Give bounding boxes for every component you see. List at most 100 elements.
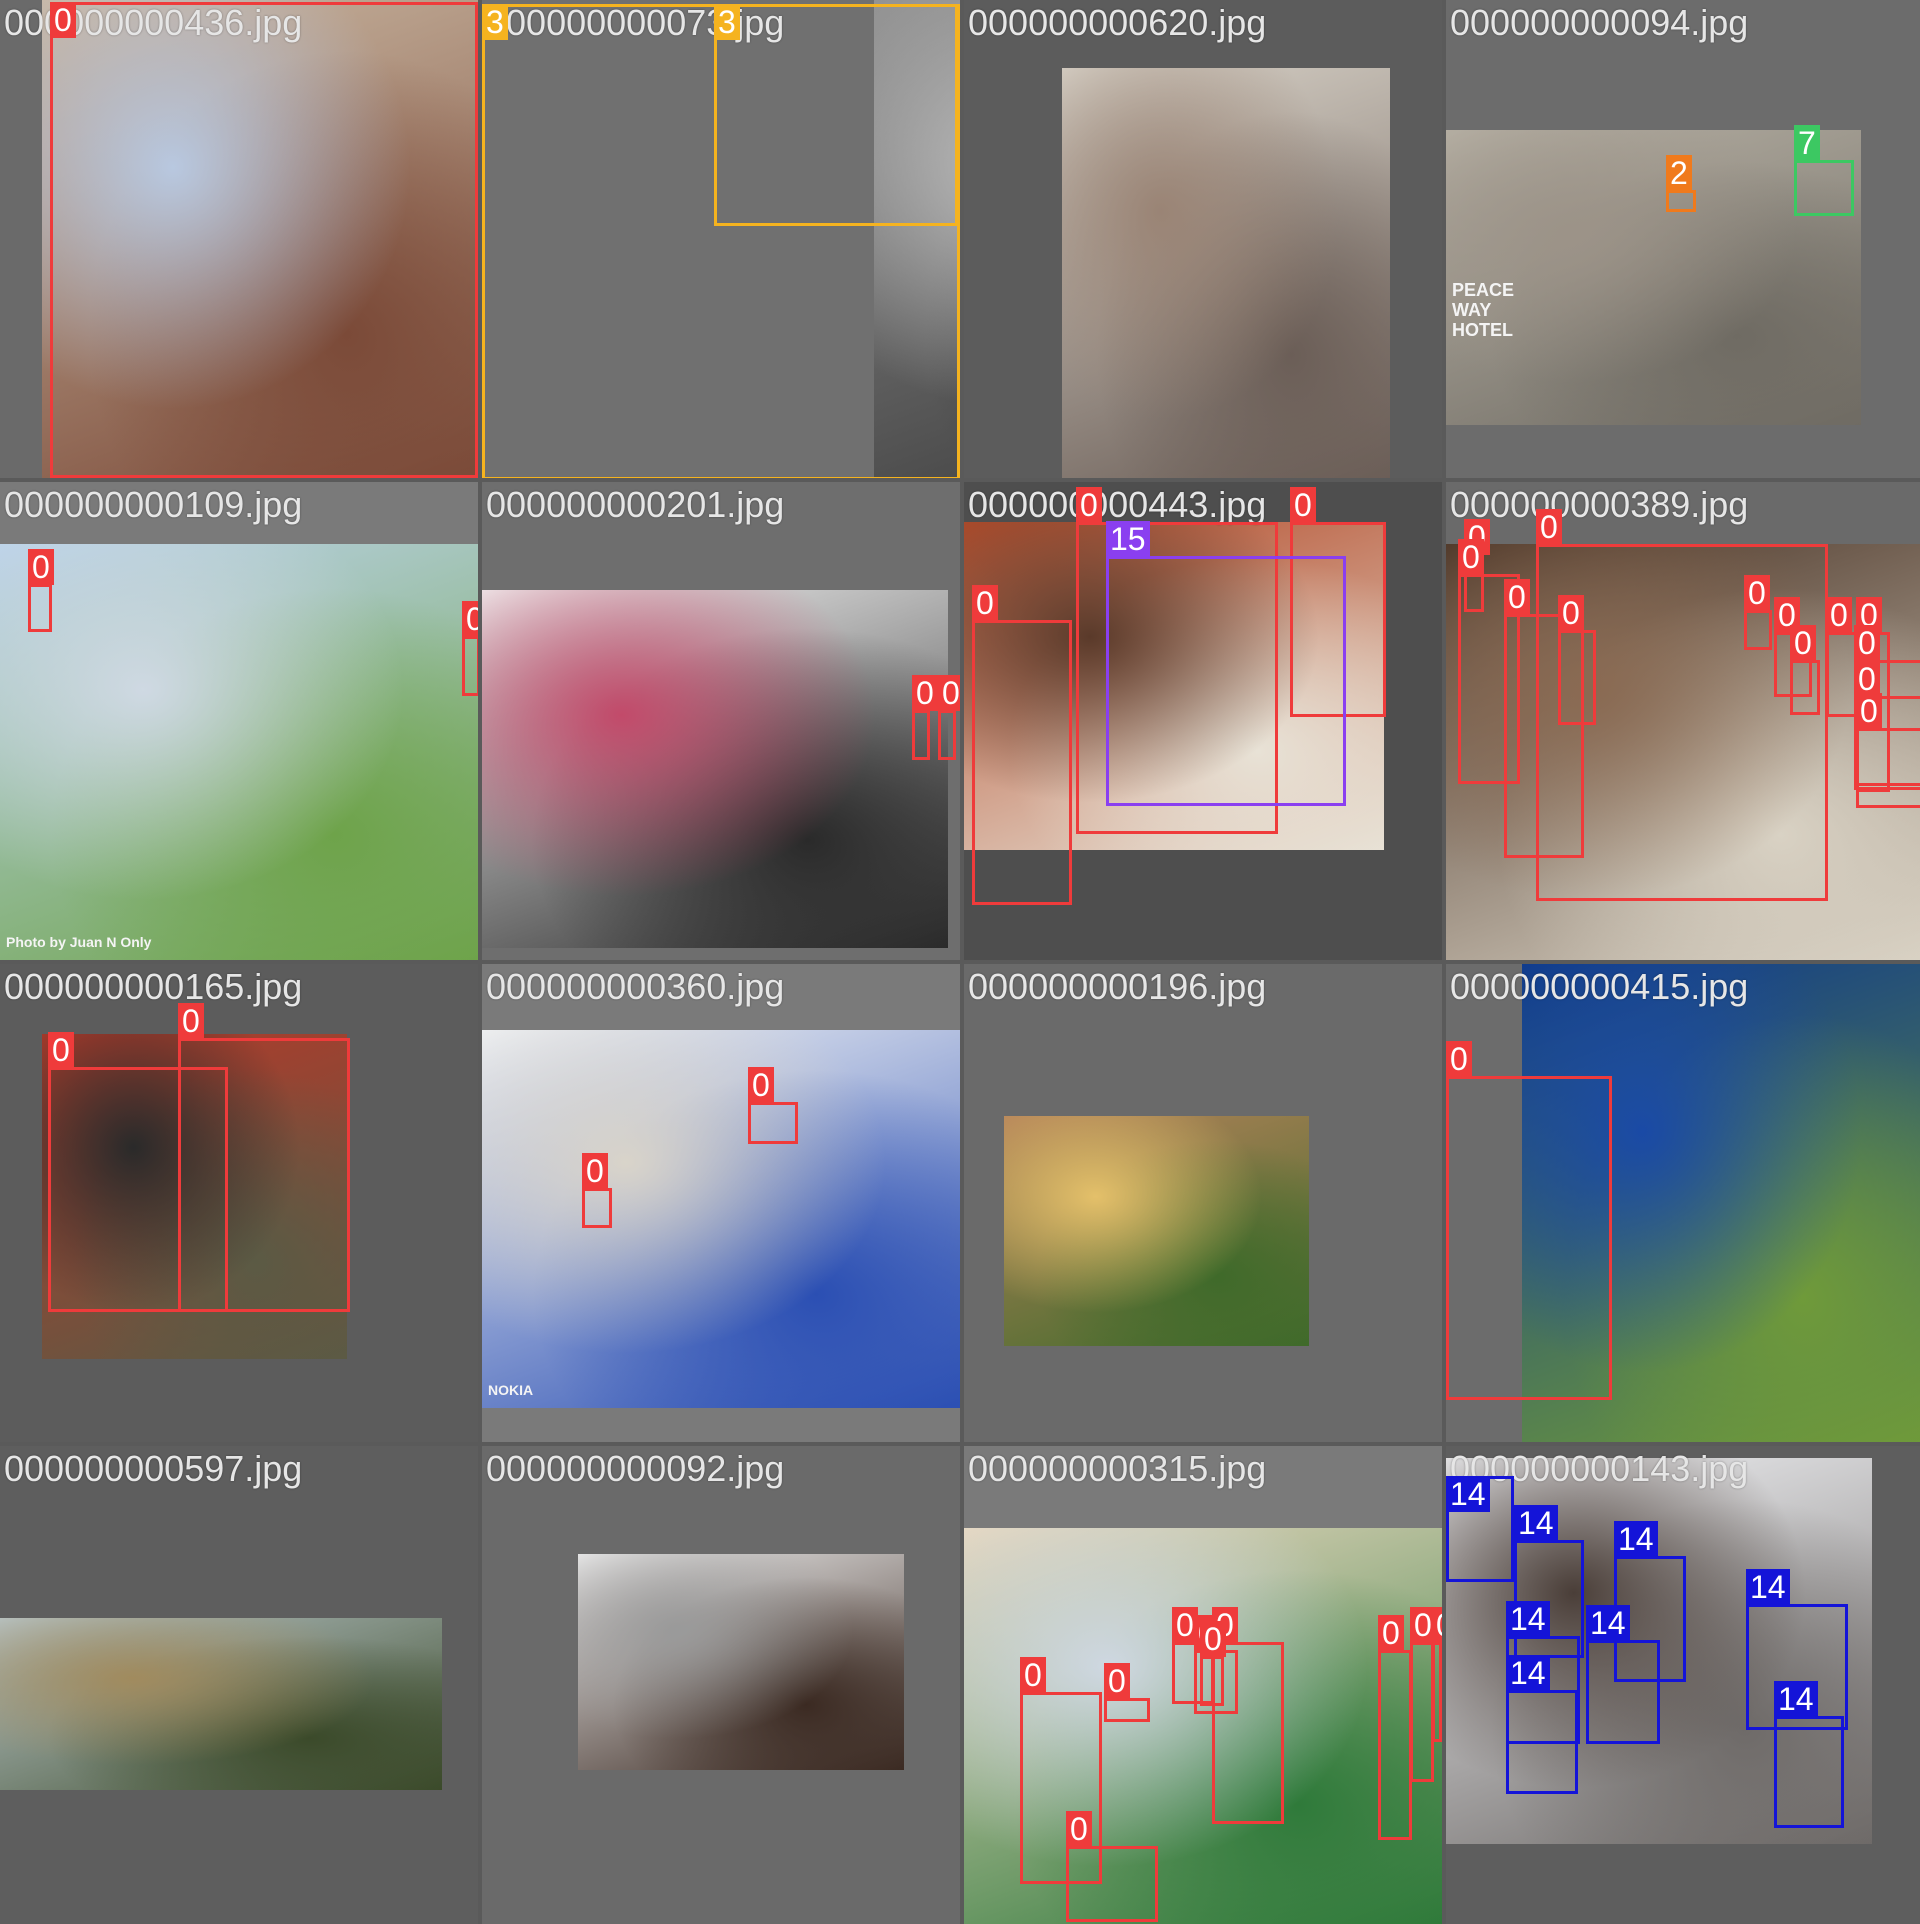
photo-chocolate-cake-plate (578, 1554, 904, 1770)
class-label: 0 (178, 1003, 204, 1039)
bounding-box: 0 (1104, 1663, 1150, 1722)
class-label: 15 (1106, 521, 1150, 557)
class-label: 0 (48, 1032, 74, 1068)
tile-000000000196-jpg: 000000000196.jpg (964, 964, 1442, 1442)
class-label: 0 (1066, 1811, 1092, 1847)
image-filename: 000000000620.jpg (968, 2, 1267, 43)
image-filename: 000000000443.jpg (968, 484, 1267, 525)
class-label: 0 (1020, 1657, 1046, 1693)
photo-elephants-savanna (0, 1618, 442, 1790)
class-label: 14 (1614, 1521, 1658, 1557)
bounding-box: 14 (1506, 1655, 1578, 1794)
tile-000000000165-jpg: 000000000165.jpg 0 0 (0, 964, 478, 1442)
class-label: 14 (1506, 1655, 1550, 1691)
class-label: 0 (1854, 625, 1880, 661)
bounding-box: 0 (1856, 693, 1920, 808)
class-label: 0 (1790, 625, 1816, 661)
tile-000000000094-jpg: PEACE WAY HOTEL 000000000094.jpg 2 7 (1446, 0, 1920, 478)
bounding-box: 0 (178, 1003, 350, 1312)
class-label: 0 (1378, 1615, 1404, 1651)
class-label: 0 (462, 601, 478, 637)
bounding-box: 0 (1446, 1041, 1612, 1400)
class-label: 0 (582, 1153, 608, 1189)
image-grid: 000000000436.jpg 0 000000000073.jpg 3 3 00000… (0, 0, 1920, 1924)
class-label: 0 (1104, 1663, 1130, 1699)
class-label: 14 (1446, 1476, 1490, 1512)
photo-food-buffet (1004, 1116, 1309, 1346)
tile-000000000415-jpg: 000000000415.jpg 0 (1446, 964, 1920, 1442)
image-filename: 000000000165.jpg (4, 966, 303, 1007)
class-label: 0 (912, 675, 938, 711)
tile-000000000092-jpg: 000000000092.jpg (482, 1446, 960, 1924)
class-label: 0 (1200, 1621, 1226, 1657)
bounding-box: 0 (1432, 1607, 1442, 1742)
class-label: 0 (1290, 487, 1316, 523)
class-label: 14 (1506, 1601, 1550, 1637)
class-label: 0 (972, 585, 998, 621)
image-filename: 000000000201.jpg (486, 484, 785, 525)
bounding-box: 0 (1410, 1607, 1436, 1782)
class-label: 0 (28, 549, 54, 585)
photo-text: WAY (1452, 300, 1492, 320)
tile-000000000597-jpg: 000000000597.jpg (0, 1446, 478, 1924)
class-label: 0 (50, 2, 76, 38)
tile-000000000360-jpg: NOKIA 000000000360.jpg 0 0 (482, 964, 960, 1442)
photo-pizza-oven-rack (1062, 68, 1390, 478)
bounding-box: 14 (1774, 1681, 1844, 1828)
image-filename: 000000000109.jpg (4, 484, 303, 525)
bounding-box: 0 (1200, 1621, 1226, 1706)
class-label: 0 (1536, 509, 1562, 545)
bounding-box: 0 (1790, 625, 1820, 715)
bounding-box: 15 (1106, 521, 1346, 806)
class-label: 7 (1794, 125, 1820, 161)
class-label: 0 (748, 1067, 774, 1103)
tile-000000000109-jpg: Photo by Juan N Only 000000000109.jpg 0 0 (0, 482, 478, 960)
class-label: 3 (714, 4, 740, 40)
class-label: 0 (1172, 1607, 1198, 1643)
bounding-box: 0 (1558, 595, 1596, 725)
tile-000000000073-jpg: 000000000073.jpg 3 3 (482, 0, 960, 478)
class-label: 0 (1432, 1607, 1442, 1643)
bounding-box: 0 (582, 1153, 612, 1228)
bounding-box: 0 (972, 585, 1072, 905)
bounding-box: 0 (462, 601, 478, 696)
photo-text: NOKIA (488, 1382, 534, 1398)
image-filename: 000000000315.jpg (968, 1448, 1267, 1489)
bounding-box: 0 (1378, 1615, 1412, 1840)
class-label: 3 (482, 4, 508, 40)
tile-000000000143-jpg: 000000000143.jpg 14 14 14 14 14 14 14 14 (1446, 1446, 1920, 1924)
image-filename: 000000000360.jpg (486, 966, 785, 1007)
class-label: 0 (1744, 575, 1770, 611)
bounding-box: 7 (1794, 125, 1854, 216)
tile-000000000436-jpg: 000000000436.jpg 0 (0, 0, 478, 478)
bounding-box: 0 (50, 2, 478, 478)
tile-000000000389-jpg: 000000000389.jpg 0 0 0 0 0 0 0 0 0 0 0 0 0 (1446, 482, 1920, 960)
class-label: 2 (1666, 155, 1692, 191)
image-filename: 000000000389.jpg (1450, 484, 1749, 525)
class-label: 0 (1854, 661, 1880, 697)
photo-snowboard-jump-nokia (482, 1030, 960, 1408)
class-label: 0 (1076, 487, 1102, 523)
bounding-box: 0 (912, 675, 938, 760)
bounding-box: 0 (1744, 575, 1772, 650)
class-label: 0 (1558, 595, 1584, 631)
image-filename: 000000000597.jpg (4, 1448, 303, 1489)
image-filename: 000000000092.jpg (486, 1448, 785, 1489)
bounding-box: 14 (1586, 1605, 1660, 1744)
class-label: 14 (1774, 1681, 1818, 1717)
image-filename: 000000000094.jpg (1450, 2, 1749, 43)
tile-000000000620-jpg: 000000000620.jpg (964, 0, 1442, 478)
bounding-box: 3 (714, 4, 958, 226)
class-label: 14 (1586, 1605, 1630, 1641)
class-label: 0 (1826, 597, 1852, 633)
photo-snowboards-on-rack (482, 590, 948, 948)
class-label: 0 (1446, 1041, 1472, 1077)
bounding-box: 2 (1666, 155, 1696, 212)
class-label: 14 (1514, 1505, 1558, 1541)
bounding-box: 0 (748, 1067, 798, 1144)
class-label: 0 (1504, 579, 1530, 615)
bounding-box: 0 (28, 549, 54, 632)
tile-000000000201-jpg: 000000000201.jpg 0 0 (482, 482, 960, 960)
bounding-box: 14 (1446, 1476, 1514, 1582)
photo-text: Photo by Juan N Only (6, 934, 152, 950)
